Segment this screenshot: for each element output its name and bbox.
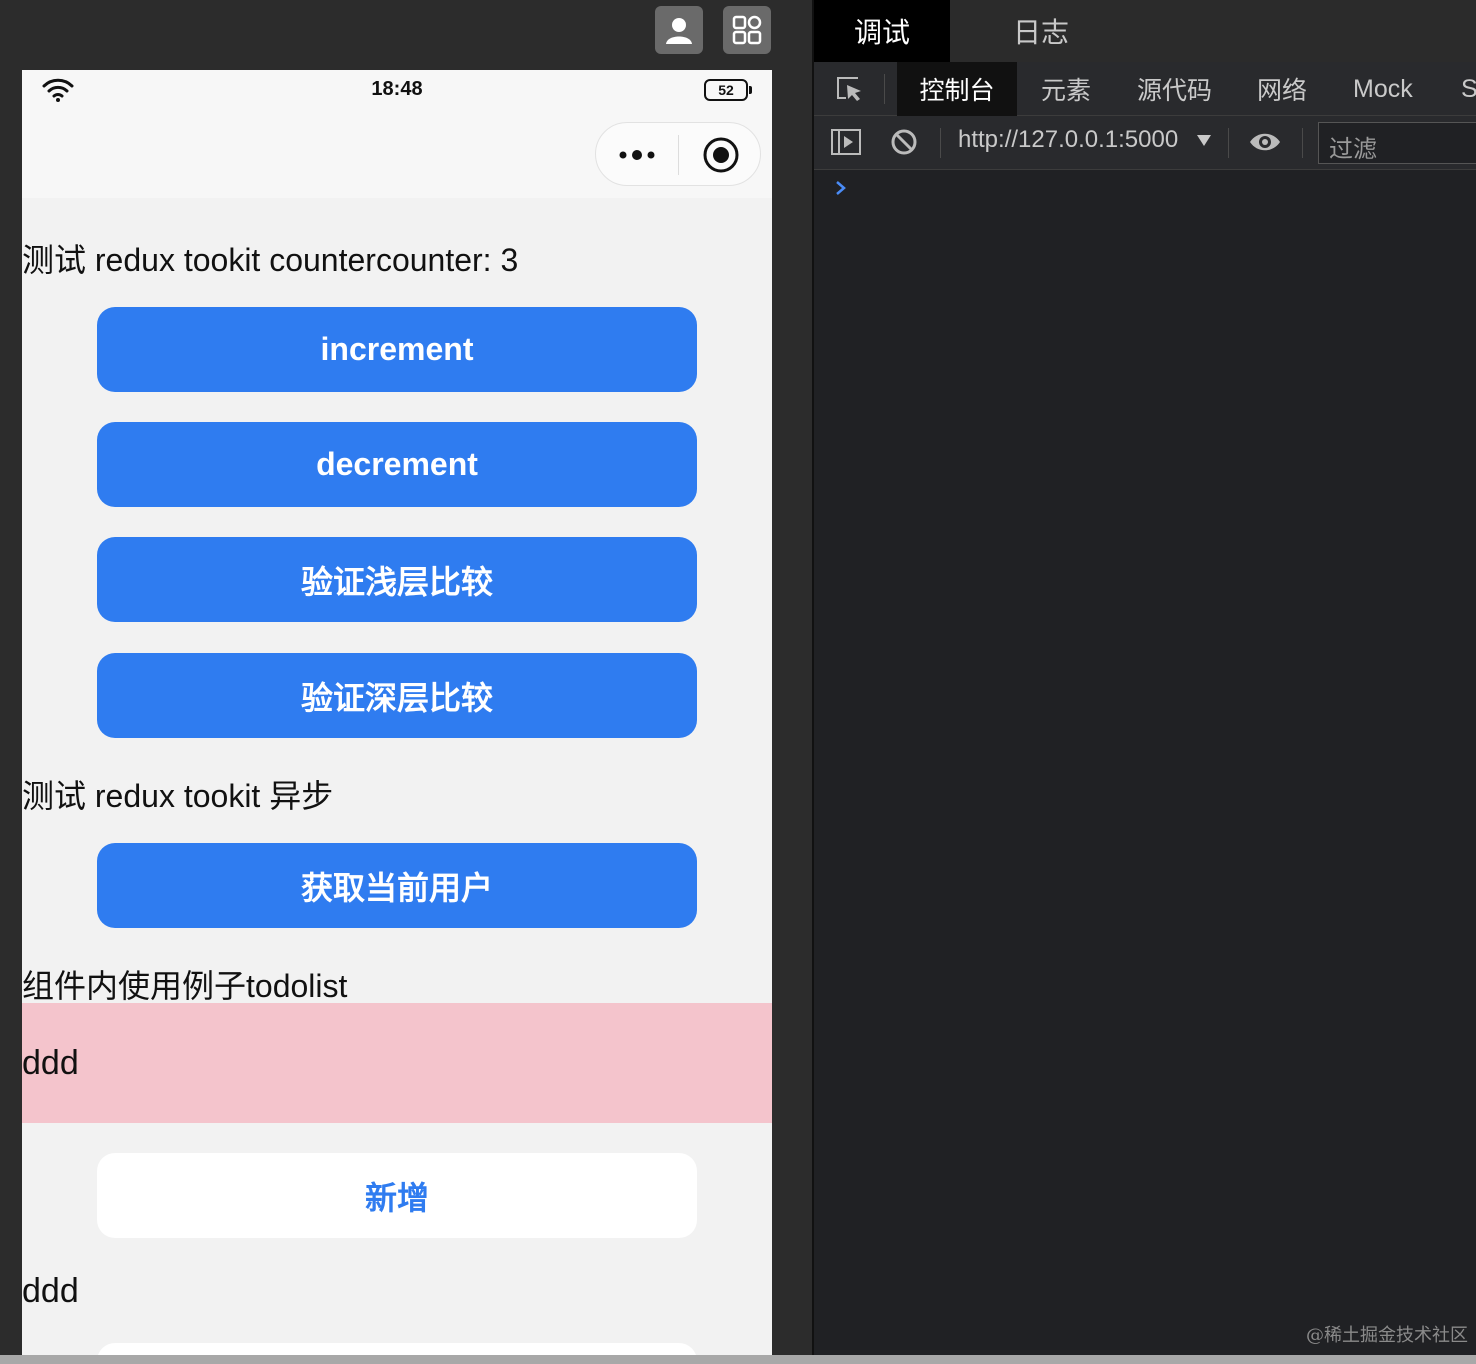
devtools-panel-tabs: 控制台 元素 源代码 网络 Mock S [814,62,1476,116]
battery-indicator: 52 [704,79,752,101]
more-dots-icon [619,150,655,160]
person-icon [666,18,692,44]
devtools-top-tabs: 调试 日志 [814,0,1476,62]
add-todo-button[interactable]: 新增 [97,1153,697,1238]
console-prompt-icon[interactable] [834,178,848,198]
inspect-element-icon[interactable] [834,74,864,104]
tab-overflow[interactable]: S [1461,62,1476,116]
decrement-button[interactable]: decrement [97,422,697,507]
todo-item-highlighted[interactable]: ddd [22,1003,772,1123]
divider [1228,128,1229,158]
phone-simulator: 18:48 52 测试 redux tookit countercounter:… [22,70,772,1355]
simulator-toolbar [0,0,812,70]
devtools-panel: 调试 日志 控制台 元素 源代码 网络 Mock S http://127.0.… [812,0,1476,1355]
shallow-compare-button[interactable]: 验证浅层比较 [97,537,697,622]
watermark: @稀土掘金技术社区 [1306,1325,1468,1346]
grid-button[interactable] [723,6,771,54]
divider [1302,128,1303,158]
eye-icon[interactable] [1248,130,1282,154]
fetch-user-button[interactable]: 获取当前用户 [97,843,697,928]
divider [884,74,885,104]
tab-log[interactable]: 日志 [974,0,1108,62]
record-close-icon [703,137,738,173]
deep-compare-button[interactable]: 验证深层比较 [97,653,697,738]
tab-mock[interactable]: Mock [1353,62,1413,116]
tab-sources[interactable]: 源代码 [1137,62,1212,116]
async-heading: 测试 redux tookit 异步 [22,778,334,814]
chevron-down-icon[interactable] [1197,135,1211,146]
clear-console-icon[interactable] [890,128,918,156]
tab-console[interactable]: 控制台 [897,62,1017,116]
divider [940,128,941,158]
todo-item-text: ddd [22,1272,79,1310]
menu-capsule [595,122,761,186]
tab-elements[interactable]: 元素 [1041,62,1091,116]
close-button[interactable] [679,123,762,187]
navigation-bar [22,112,772,198]
counter-text: 测试 redux tookit countercounter: 3 [22,242,519,278]
tab-debug[interactable]: 调试 [814,0,950,62]
context-selector[interactable]: http://127.0.0.1:5000 [958,126,1178,154]
next-button-partial[interactable] [97,1343,697,1355]
bottom-strip [0,1355,1476,1364]
status-bar: 18:48 52 [22,70,772,112]
tab-network[interactable]: 网络 [1257,62,1307,116]
grid-icon [732,15,762,45]
todo-item-text: ddd [22,1044,79,1082]
more-button[interactable] [596,123,678,187]
sidebar-toggle-icon[interactable] [830,128,862,156]
todolist-heading: 组件内使用例子todolist [22,968,348,1004]
increment-button[interactable]: increment [97,307,697,392]
console-toolbar: http://127.0.0.1:5000 过滤 [814,116,1476,170]
status-time: 18:48 [371,78,423,100]
avatar-button[interactable] [655,6,703,54]
filter-input[interactable]: 过滤 [1318,122,1476,164]
